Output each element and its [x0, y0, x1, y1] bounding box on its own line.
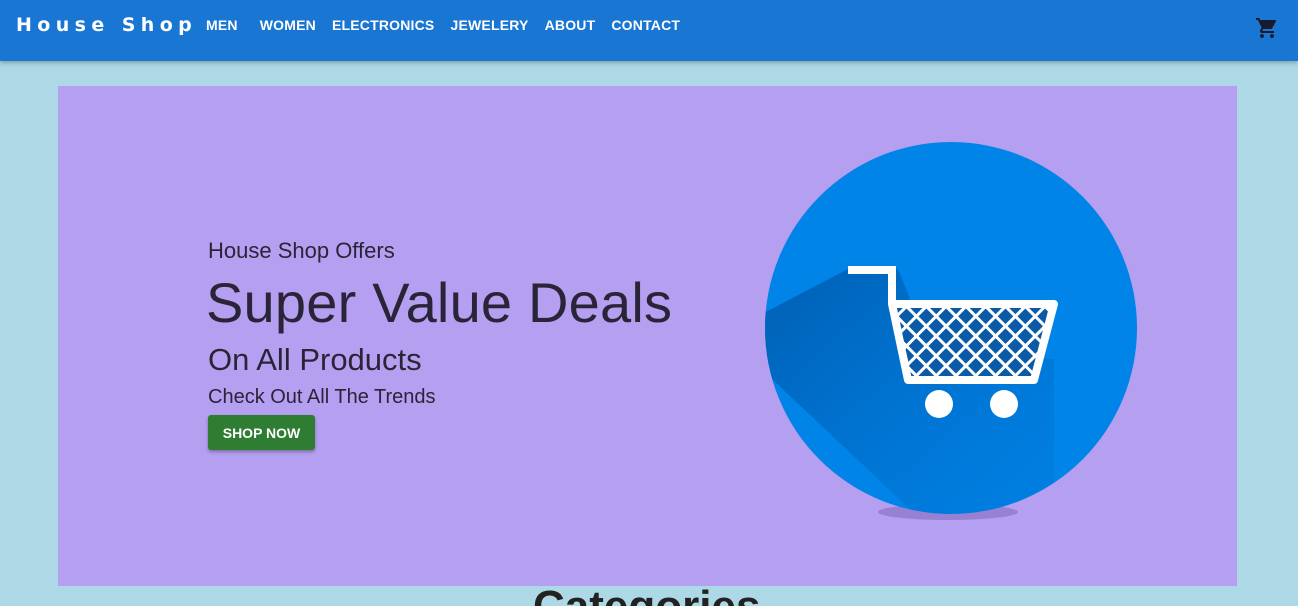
hero-title: Super Value Deals	[206, 271, 673, 334]
main-nav: MEN WOMEN ELECTRONICS JEWELERY ABOUT CON…	[198, 0, 688, 50]
nav-item-men[interactable]: MEN	[198, 17, 246, 33]
categories-heading: Categories	[533, 582, 760, 606]
app-bar: House Shop MEN WOMEN ELECTRONICS JEWELER…	[0, 0, 1298, 61]
hero-tagline: Check Out All The Trends	[208, 386, 436, 408]
nav-item-women[interactable]: WOMEN	[252, 17, 324, 33]
hero-subtitle: On All Products	[208, 342, 422, 377]
nav-item-contact[interactable]: CONTACT	[603, 17, 688, 33]
hero-banner: House Shop Offers Super Value Deals On A…	[58, 86, 1237, 586]
hero-illustration	[765, 142, 1137, 520]
nav-item-jewelery[interactable]: JEWELERY	[442, 17, 536, 33]
nav-item-about[interactable]: ABOUT	[537, 17, 604, 33]
nav-item-electronics[interactable]: ELECTRONICS	[324, 17, 443, 33]
site-logo[interactable]: House Shop	[16, 14, 197, 36]
shop-now-button[interactable]: SHOP NOW	[208, 415, 315, 450]
hero-offer-line: House Shop Offers	[208, 238, 395, 263]
shopping-cart-icon	[1256, 18, 1277, 38]
hero-text-block: House Shop Offers Super Value Deals On A…	[206, 238, 672, 450]
cart-button[interactable]	[1254, 16, 1280, 40]
